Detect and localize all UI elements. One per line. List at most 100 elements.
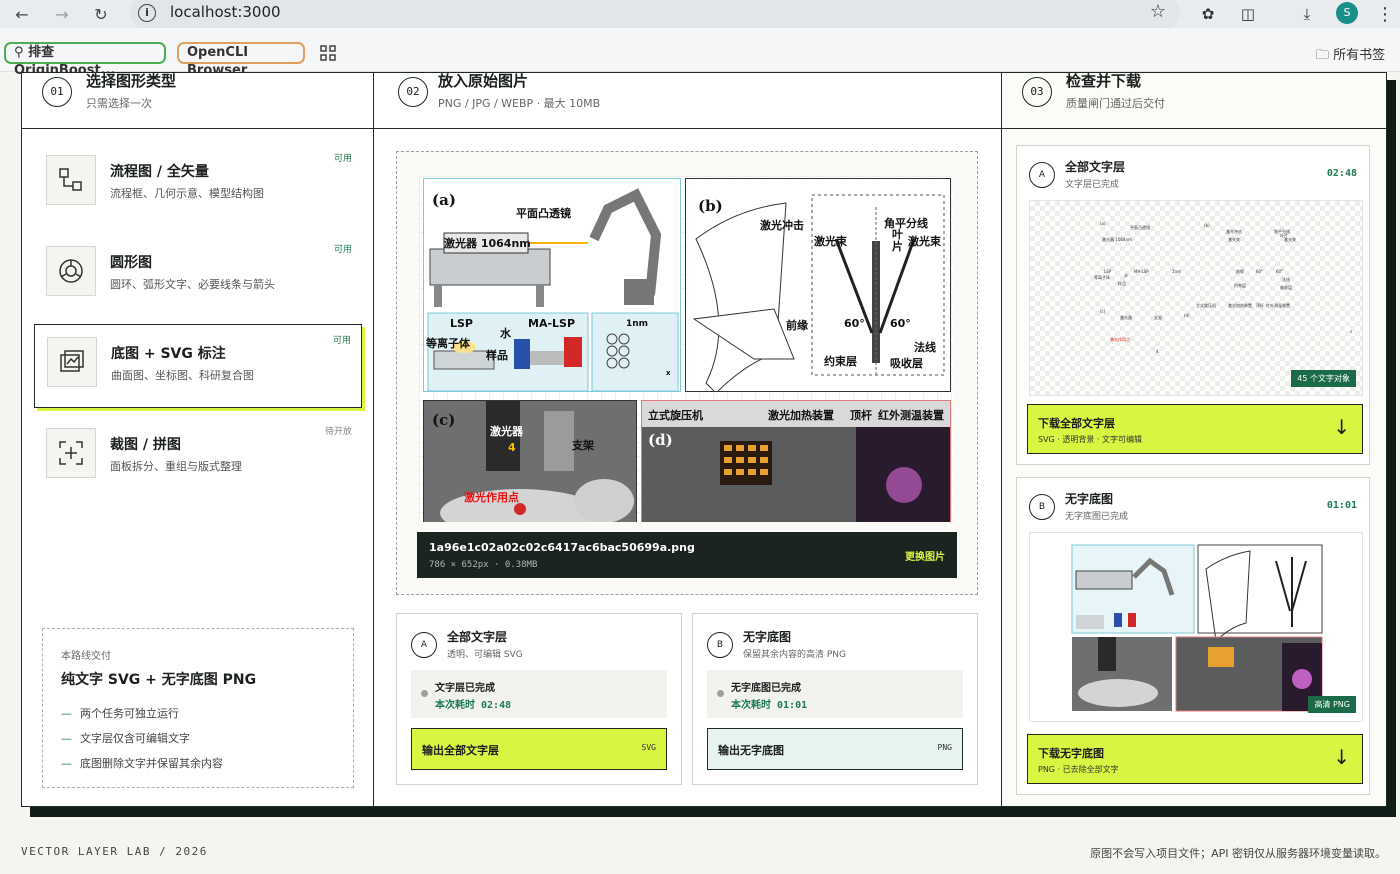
figure-text: 约束层 (824, 355, 857, 368)
result-letter: B (1029, 494, 1055, 520)
type-card-circular[interactable]: 圆形图 圆环、弧形文字、必要线条与箭头 可用 (34, 234, 362, 318)
figure-text: 激光器 1064nm (444, 237, 531, 250)
step-header-1: 01 选择图形类型 只需选择一次 (22, 73, 373, 129)
download-icon[interactable]: ⤓ (1296, 3, 1318, 25)
format-tag: PNG (937, 743, 952, 752)
file-info-bar: 1a96e1c02a02c02c6417ac6bac50699a.png 786… (417, 532, 957, 578)
file-meta: 786 × 652px · 0.38MB (429, 560, 538, 570)
type-title: 流程图 / 全矢量 (110, 164, 209, 180)
output-status: 文字层已完成 本次耗时 02:48 (411, 670, 667, 718)
result-subtitle: 文字层已完成 (1065, 180, 1120, 190)
figure-panel-d: 立式旋压机 激光加热装置 顶杆 红外测温装置 (d) (641, 400, 951, 522)
figure-text: 支架 (572, 439, 594, 452)
bookmark-opencli[interactable]: OpenCLI Browser (177, 42, 305, 78)
menu-icon[interactable]: ⋮ (1374, 3, 1396, 25)
status-dot (421, 690, 428, 697)
figure-text: 吸收层 (890, 357, 923, 370)
output-card-base-image: B 无字底图 保留其余内容的高清 PNG 无字底图已完成 本次耗时 01:01 … (692, 613, 978, 785)
address-bar[interactable]: i localhost:3000 ☆ (130, 0, 1180, 30)
step-number: 02 (398, 77, 428, 107)
type-title: 圆形图 (110, 255, 152, 271)
apps-grid-icon[interactable] (320, 45, 336, 61)
availability-badge: 可用 (333, 245, 352, 255)
route-label: 本路线交付 (61, 651, 111, 662)
type-card-crop[interactable]: 裁图 / 拼图 面板拆分、重组与版式整理 待开放 (34, 416, 362, 500)
figure-panel-b: (b) 激光冲击 激光束 角平分线 叶片 激光束 前缘 60° 60° 法线 约… (685, 178, 951, 392)
profile-avatar[interactable]: S (1336, 2, 1358, 24)
figure-text: MA-LSP (528, 317, 576, 330)
button-sublabel: PNG · 已去除全部文字 (1038, 765, 1119, 774)
step-header-3: 03 检查并下载 质量闸门通过后交付 (1002, 72, 1386, 129)
availability-badge: 待开放 (324, 427, 352, 437)
result-time: 02:48 (1326, 168, 1357, 179)
output-letter: B (707, 632, 733, 658)
reload-icon[interactable]: ↻ (89, 2, 113, 26)
figure-text: LSP (450, 317, 473, 330)
download-base-image-button[interactable]: 下载无字底图 PNG · 已去除全部文字 ↓ (1027, 734, 1363, 784)
step-title: 检查并下载 (1066, 72, 1142, 90)
bookmark-star-icon[interactable]: ☆ (1150, 1, 1166, 22)
output-card-text-layer: A 全部文字层 透明、可编辑 SVG 文字层已完成 本次耗时 02:48 输出全… (396, 613, 682, 785)
key-icon: ⚲ (14, 45, 29, 60)
figure-text: 法线 (914, 341, 936, 354)
text-layer-preview: (a) 平面凸透镜 激光器 1064nm (b) 激光冲击 激光束 角平分线 叶… (1029, 200, 1363, 396)
type-card-flowchart[interactable]: 流程图 / 全矢量 流程框、几何示意、模型结构图 可用 (34, 143, 362, 227)
app-frame: 01 选择图形类型 只需选择一次 流程图 / 全矢量 流程框、几何示意、模型结构… (21, 72, 1387, 807)
image-chart-icon (47, 337, 97, 387)
result-title: 无字底图 (1065, 492, 1114, 506)
all-bookmarks[interactable]: 🗀 所有书签 (1316, 44, 1385, 68)
type-subtitle: 圆环、弧形文字、必要线条与箭头 (110, 278, 275, 291)
result-card-base-image: B 无字底图 无字底图已完成 01:01 高清 PNG 下载无字底图 PNG ·… (1016, 477, 1370, 795)
output-base-image-button[interactable]: 输出无字底图 PNG (707, 728, 963, 770)
output-title: 无字底图 (743, 630, 792, 644)
back-icon[interactable]: ← (10, 2, 34, 26)
route-item: — 两个任务可独立运行 (61, 707, 179, 720)
figure-text: 平面凸透镜 (516, 207, 571, 220)
result-time: 01:01 (1326, 500, 1357, 511)
type-subtitle: 曲面图、坐标图、科研复合图 (111, 369, 254, 382)
file-name: 1a96e1c02a02c02c6417ac6bac50699a.png (429, 541, 695, 554)
figure-text: 立式旋压机 (648, 409, 703, 422)
download-text-layer-button[interactable]: 下载全部文字层 SVG · 透明背景 · 文字可编辑 ↓ (1027, 404, 1363, 454)
output-text-layer-button[interactable]: 输出全部文字层 SVG (411, 728, 667, 770)
elapsed-time: 本次耗时 02:48 (435, 700, 512, 711)
figure-text: 前缘 (786, 319, 808, 332)
route-delivery-box: 本路线交付 纯文字 SVG + 无字底图 PNG — 两个任务可独立运行 — 文字层… (42, 628, 354, 788)
output-status: 无字底图已完成 本次耗时 01:01 (707, 670, 963, 718)
folder-icon: 🗀 (1316, 48, 1334, 63)
button-sublabel: SVG · 透明背景 · 文字可编辑 (1038, 435, 1143, 444)
download-arrow-icon: ↓ (1333, 415, 1350, 439)
result-subtitle: 无字底图已完成 (1065, 512, 1129, 522)
step-number: 01 (42, 77, 72, 107)
figure-text: 红外测温装置 (878, 409, 944, 422)
result-letter: A (1029, 162, 1055, 188)
figure-text: 激光冲击 (760, 219, 804, 232)
site-info-icon[interactable]: i (138, 4, 156, 22)
ai-assistant-icon[interactable]: ✿ (1197, 3, 1219, 25)
replace-image-button[interactable]: 更换图片 (905, 548, 945, 563)
button-label: 输出全部文字层 (422, 744, 499, 757)
figure-text: 叶片 (892, 228, 903, 253)
figure-text: 60° (844, 317, 865, 330)
step-subtitle: PNG / JPG / WEBP · 最大 10MB (438, 97, 601, 110)
type-subtitle: 流程框、几何示意、模型结构图 (110, 187, 264, 200)
figure-text: 水 (500, 327, 511, 340)
figure-panel-c: (c) 激光器 4 支架 激光作用点 (423, 400, 637, 522)
figure-text: 顶杆 (850, 409, 872, 422)
figure-text: 激光加热装置 (768, 409, 834, 422)
type-card-base-svg[interactable]: 底图 + SVG 标注 曲面图、坐标图、科研复合图 可用 (34, 324, 362, 408)
route-title: 纯文字 SVG + 无字底图 PNG (61, 672, 257, 688)
output-subtitle: 透明、可编辑 SVG (447, 650, 523, 660)
download-column: 03 检查并下载 质量闸门通过后交付 A 全部文字层 文字层已完成 02:48 … (1002, 72, 1386, 806)
base-image-preview: 高清 PNG (1029, 532, 1363, 722)
footer-note: 原图不会写入项目文件；API 密钥仅从服务器环境变量读取。 (1090, 847, 1386, 860)
image-dropzone[interactable]: (a) 平面凸透镜 激光器 1064nm LSP MA-LSP 等离子体 水 样… (396, 151, 978, 595)
type-subtitle: 面板拆分、重组与版式整理 (110, 460, 242, 473)
bookmark-originboost[interactable]: ⚲ 排查 OriginBoost... (4, 42, 166, 78)
panel-c-illustration (424, 401, 636, 522)
upload-column: 02 放入原始图片 PNG / JPG / WEBP · 最大 10MB (a)… (374, 73, 1002, 806)
extensions-icon[interactable]: ◫ (1237, 3, 1259, 25)
figure-text: 1nm (626, 319, 649, 329)
url-text[interactable]: localhost:3000 (170, 3, 281, 21)
forward-icon[interactable]: → (50, 2, 74, 26)
